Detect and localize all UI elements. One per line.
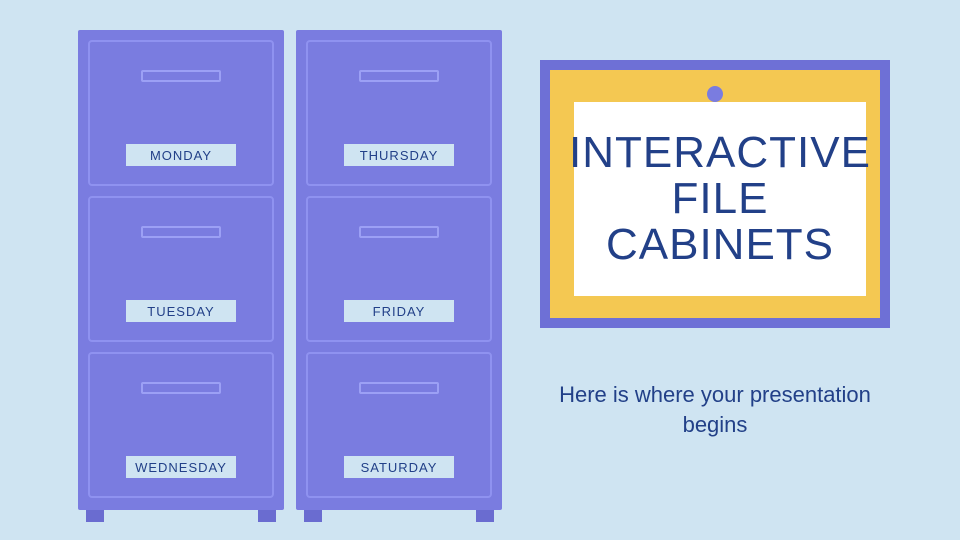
drawer-label-text: FRIDAY	[373, 304, 426, 319]
drawer-wednesday[interactable]: WEDNESDAY	[88, 352, 274, 498]
drawer-label-text: MONDAY	[150, 148, 212, 163]
drawer-monday[interactable]: MONDAY	[88, 40, 274, 186]
drawer-label: SATURDAY	[344, 456, 454, 478]
drawer-label-text: WEDNESDAY	[135, 460, 227, 475]
slide-title: INTERACTIVE FILE CABINETS	[569, 130, 871, 269]
drawer-label-text: SATURDAY	[361, 460, 438, 475]
title-note: INTERACTIVE FILE CABINETS	[574, 102, 866, 296]
drawer-handle	[359, 70, 439, 82]
file-cabinet-right: THURSDAY FRIDAY SATURDAY	[296, 30, 502, 510]
title-line-1: INTERACTIVE	[569, 130, 871, 176]
bulletin-board: INTERACTIVE FILE CABINETS	[540, 60, 890, 328]
drawer-handle	[359, 382, 439, 394]
drawer-handle	[141, 226, 221, 238]
file-cabinet-left: MONDAY TUESDAY WEDNESDAY	[78, 30, 284, 510]
pushpin-icon	[707, 86, 723, 102]
drawer-thursday[interactable]: THURSDAY	[306, 40, 492, 186]
drawer-saturday[interactable]: SATURDAY	[306, 352, 492, 498]
drawer-friday[interactable]: FRIDAY	[306, 196, 492, 342]
drawer-label: TUESDAY	[126, 300, 236, 322]
title-line-2: FILE CABINETS	[569, 176, 871, 268]
drawer-label: THURSDAY	[344, 144, 454, 166]
cabinet-foot	[476, 510, 494, 522]
slide-subtitle: Here is where your presentation begins	[540, 380, 890, 439]
slide: MONDAY TUESDAY WEDNESDAY THURSDAY FRIDAY…	[0, 0, 960, 540]
drawer-handle	[141, 70, 221, 82]
cabinet-foot	[258, 510, 276, 522]
cabinet-foot	[86, 510, 104, 522]
cabinet-foot	[304, 510, 322, 522]
drawer-tuesday[interactable]: TUESDAY	[88, 196, 274, 342]
drawer-label: WEDNESDAY	[126, 456, 236, 478]
drawer-label: FRIDAY	[344, 300, 454, 322]
drawer-handle	[141, 382, 221, 394]
cabinet-feet	[78, 510, 284, 522]
cabinet-feet	[296, 510, 502, 522]
drawer-label-text: THURSDAY	[360, 148, 439, 163]
drawer-label: MONDAY	[126, 144, 236, 166]
drawer-handle	[359, 226, 439, 238]
drawer-label-text: TUESDAY	[147, 304, 214, 319]
